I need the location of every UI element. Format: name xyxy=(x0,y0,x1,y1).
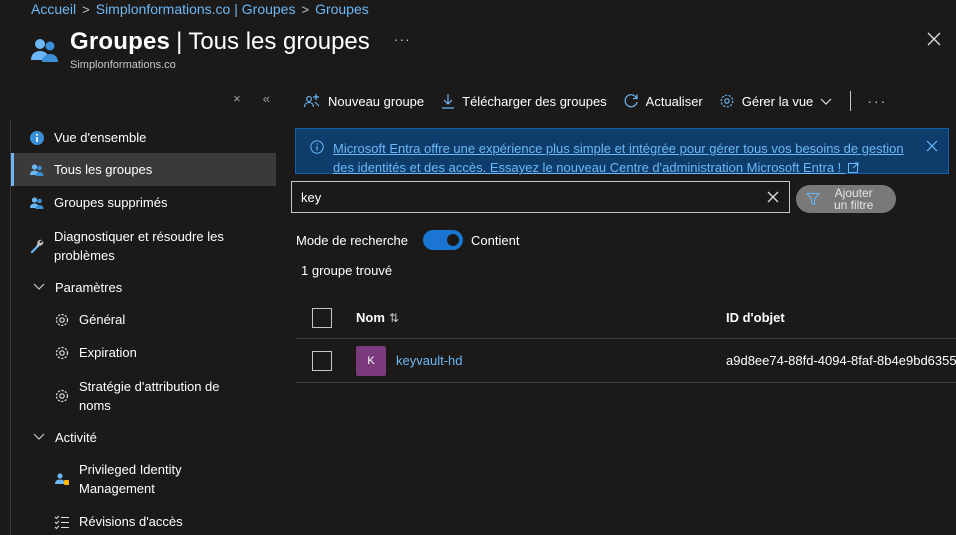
chevron-down-icon xyxy=(820,98,832,105)
breadcrumb: Accueil > Simplonformations.co | Groupes… xyxy=(31,1,369,17)
sidebar-item-overview[interactable]: Vue d'ensemble xyxy=(11,128,276,148)
sidebar-item-pim[interactable]: Privileged Identity Management xyxy=(11,460,276,500)
new-group-button[interactable]: Nouveau groupe xyxy=(303,93,424,109)
gear-icon xyxy=(55,313,69,327)
search-input[interactable] xyxy=(292,182,789,212)
sidebar-section-settings[interactable]: Paramètres xyxy=(11,278,276,298)
command-bar: Nouveau groupe Télécharger des groupes A… xyxy=(303,90,887,112)
sidebar-controls: × « xyxy=(233,91,270,106)
gear-icon xyxy=(720,94,734,108)
group-icon xyxy=(31,39,58,62)
page-header: Groupes | Tous les groupes ··· Simplonfo… xyxy=(29,28,411,71)
title-separator: | xyxy=(176,28,183,55)
tenant-name: Simplonformations.co xyxy=(70,59,176,71)
sidebar-item-all-groups[interactable]: Tous les groupes xyxy=(11,153,276,186)
clear-search-icon[interactable] xyxy=(767,191,779,203)
manage-view-button[interactable]: Gérer la vue xyxy=(719,93,833,109)
add-filter-label-line2: un filtre xyxy=(834,198,874,212)
page-subtitle: Tous les groupes xyxy=(188,28,370,55)
column-header-name[interactable]: Nom ⇅ xyxy=(356,310,399,325)
toolbar-divider xyxy=(850,91,852,111)
entra-info-banner: Microsoft Entra offre une expérience plu… xyxy=(295,128,949,177)
sidebar-item-expiration[interactable]: Expiration xyxy=(11,343,276,363)
column-name-label: Nom xyxy=(356,310,385,325)
sidebar-item-general[interactable]: Général xyxy=(11,310,276,330)
breadcrumb-separator-icon: > xyxy=(82,1,90,17)
download-groups-button[interactable]: Télécharger des groupes xyxy=(441,93,607,109)
sort-icon: ⇅ xyxy=(388,310,399,325)
breadcrumb-tenant-groups[interactable]: Simplonformations.co | Groupes xyxy=(96,1,296,17)
sidebar-item-label: Privileged Identity Management xyxy=(79,462,182,496)
breadcrumb-home[interactable]: Accueil xyxy=(31,1,76,17)
info-icon xyxy=(310,140,324,154)
search-mode-label: Mode de recherche xyxy=(296,232,409,248)
pim-icon xyxy=(55,473,69,485)
sidebar-item-naming-policy[interactable]: Stratégie d'attribution de noms xyxy=(11,377,276,417)
toggle-knob xyxy=(447,234,460,246)
sidebar-item-label: Activité xyxy=(55,430,97,445)
column-header-object-id: ID d'objet xyxy=(726,310,785,325)
download-icon xyxy=(442,94,455,109)
refresh-icon xyxy=(624,94,638,108)
sidebar-item-label: Général xyxy=(79,312,126,327)
result-count: 1 groupe trouvé xyxy=(301,263,393,278)
sidebar-item-deleted-groups[interactable]: Groupes supprimés xyxy=(11,193,276,213)
more-commands-icon[interactable]: ··· xyxy=(867,93,887,109)
search-mode-row: Mode de recherche Contient xyxy=(296,230,519,250)
gear-icon xyxy=(55,389,69,403)
banner-link-text: Microsoft Entra offre une expérience plu… xyxy=(333,141,904,175)
group-icon xyxy=(30,197,44,209)
sidebar-item-label: Expiration xyxy=(79,345,137,360)
new-group-icon xyxy=(303,94,320,108)
refresh-button[interactable]: Actualiser xyxy=(623,93,703,109)
download-groups-label: Télécharger des groupes xyxy=(462,93,607,109)
list-check-icon xyxy=(54,515,69,530)
info-icon xyxy=(30,131,44,145)
add-filter-button[interactable]: Ajouter un filtre xyxy=(796,185,896,213)
clear-icon[interactable]: × xyxy=(233,91,241,106)
new-group-label: Nouveau groupe xyxy=(328,93,425,109)
external-link-icon xyxy=(847,162,859,173)
sidebar-item-label: Révisions d'accès xyxy=(79,514,183,529)
sidebar-item-label: Stratégie d'attribution de noms xyxy=(79,379,220,413)
group-name-link[interactable]: keyvault-hd xyxy=(396,353,462,368)
breadcrumb-groups[interactable]: Groupes xyxy=(315,1,369,17)
close-icon[interactable] xyxy=(926,140,938,152)
page-title: Groupes xyxy=(70,28,171,55)
sidebar-item-label: Vue d'ensemble xyxy=(54,130,147,145)
chevron-down-icon xyxy=(33,433,45,440)
sidebar-item-label: Tous les groupes xyxy=(54,162,153,177)
filter-icon xyxy=(806,193,820,206)
sidebar-item-access-reviews[interactable]: Révisions d'accès xyxy=(11,512,276,532)
wrench-icon xyxy=(30,239,44,254)
gear-icon xyxy=(55,346,69,360)
sidebar-item-label: Diagnostiquer et résoudre les problèmes xyxy=(54,229,224,263)
more-options-icon[interactable]: ··· xyxy=(394,31,411,47)
breadcrumb-separator-icon: > xyxy=(301,1,310,17)
sidebar-item-diagnose[interactable]: Diagnostiquer et résoudre les problèmes xyxy=(11,227,276,267)
sidebar-item-label: Groupes supprimés xyxy=(54,195,168,210)
avatar: K xyxy=(356,346,386,376)
banner-link[interactable]: Microsoft Entra offre une expérience plu… xyxy=(333,139,913,177)
sidebar-section-activity[interactable]: Activité xyxy=(11,428,276,448)
search-mode-toggle[interactable] xyxy=(423,230,464,250)
group-icon xyxy=(30,164,44,176)
table-header: Nom ⇅ ID d'objet xyxy=(296,298,956,339)
row-checkbox[interactable] xyxy=(312,351,332,371)
add-filter-label: Ajouter un filtre xyxy=(834,187,873,211)
chevron-down-icon xyxy=(33,283,45,290)
object-id-value: a9d8ee74-88fd-4094-8faf-8b4e9bd6355 xyxy=(726,353,956,368)
search-box xyxy=(291,181,790,213)
collapse-icon[interactable]: « xyxy=(263,91,270,106)
refresh-label: Actualiser xyxy=(645,93,703,109)
sidebar-item-label: Paramètres xyxy=(55,280,123,295)
close-icon[interactable] xyxy=(926,31,942,47)
manage-view-label: Gérer la vue xyxy=(741,93,814,109)
search-mode-value: Contient xyxy=(471,232,520,248)
table-row: K keyvault-hd a9d8ee74-88fd-4094-8faf-8b… xyxy=(296,339,956,383)
select-all-checkbox[interactable] xyxy=(312,308,332,328)
sidebar: × « Vue d'ensemble Tous les groupes Grou… xyxy=(11,88,276,535)
